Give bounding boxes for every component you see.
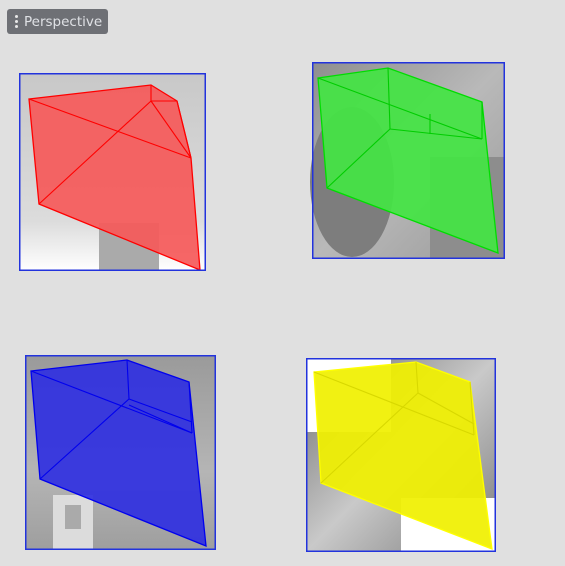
3d-viewport[interactable]: Perspective — [0, 0, 565, 566]
view-menu-label: Perspective — [24, 13, 103, 30]
view-menu-button[interactable]: Perspective — [7, 9, 109, 34]
red-viewport-render — [19, 73, 206, 272]
blue-viewport[interactable] — [25, 355, 216, 550]
blue-viewport-render — [25, 355, 216, 550]
red-viewport[interactable] — [19, 73, 206, 272]
yellow-viewport[interactable] — [306, 358, 496, 552]
green-viewport-render — [310, 62, 505, 259]
yellow-viewport-render — [306, 358, 496, 552]
vertical-dots-icon — [15, 15, 18, 28]
green-viewport[interactable] — [310, 62, 505, 259]
